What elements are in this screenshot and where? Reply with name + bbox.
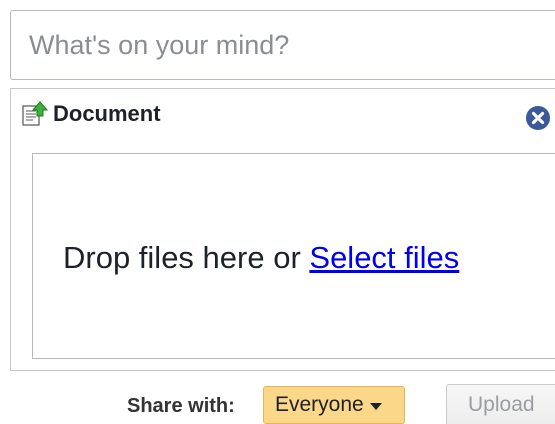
close-icon[interactable] — [525, 105, 551, 131]
document-header: Document — [21, 101, 161, 127]
audience-dropdown[interactable]: Everyone — [263, 386, 405, 424]
upload-label: Upload — [468, 393, 535, 416]
select-files-link[interactable]: Select files — [309, 240, 459, 275]
document-title: Document — [53, 101, 161, 126]
drop-text: Drop files here or — [63, 240, 310, 275]
file-drop-zone[interactable]: Drop files here or Select files — [32, 153, 555, 359]
upload-button[interactable]: Upload — [446, 384, 555, 424]
status-input[interactable] — [11, 15, 549, 75]
document-panel: Document Drop files here or Select files — [10, 88, 555, 371]
share-with-label: Share with: — [127, 395, 235, 417]
composer: Document Drop files here or Select files… — [0, 0, 555, 424]
audience-selected: Everyone — [275, 393, 364, 416]
caret-down-icon — [369, 402, 382, 410]
status-box[interactable] — [10, 10, 555, 80]
document-upload-icon — [22, 101, 49, 126]
drop-instructions: Drop files here or Select files — [63, 240, 459, 276]
